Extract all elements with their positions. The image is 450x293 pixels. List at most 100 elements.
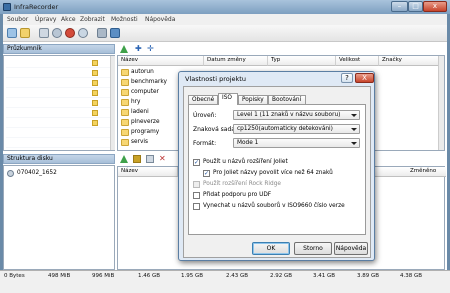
dialog-close-button[interactable]: X [355, 73, 374, 83]
folder-icon [121, 119, 129, 126]
joliet-long-label: Pro Joliet názvy povolit více než 64 zna… [213, 170, 333, 176]
file-name: computer [131, 89, 159, 95]
explorer-title: Průzkumník [7, 45, 42, 52]
capacity-tick: 3.41 GB [313, 273, 336, 279]
help-icon[interactable] [110, 28, 120, 38]
charset-value: cp1250(automaticky detekováni) [237, 126, 333, 132]
joliet-checkbox[interactable]: ✓ [193, 159, 200, 166]
udf-checkbox[interactable] [193, 192, 200, 199]
file-row[interactable]: benchmarky [121, 78, 167, 87]
udf-label: Přidat podporu pro UDF [203, 192, 272, 198]
disc-capacity-bar: 0 Bytes 498 MiB 996 MiB 1.46 GB 1.95 GB … [0, 270, 450, 293]
file-name: programy [131, 129, 160, 135]
folder-icon [121, 79, 129, 86]
open-icon[interactable] [20, 28, 30, 38]
menu-upravy[interactable]: Úpravy [35, 16, 56, 23]
chevron-down-icon [351, 128, 357, 131]
copy-disc-icon[interactable] [78, 28, 88, 38]
tools-icon[interactable] [97, 28, 107, 38]
tree-folder-icon [92, 90, 98, 96]
close-window-button[interactable]: x [423, 1, 447, 12]
file-scrollbar[interactable] [438, 56, 444, 150]
folder-icon [121, 109, 129, 116]
cancel-button[interactable]: Storno [294, 242, 332, 255]
file-toolbar: ✚ ✛ [117, 44, 445, 55]
capacity-tick: 0 Bytes [4, 273, 25, 279]
capacity-tick: 3.89 GB [357, 273, 380, 279]
new-folder-icon[interactable] [133, 155, 141, 163]
charset-label: Znaková sada: [193, 126, 237, 133]
main-window: InfraRecorder – □ x Soubor Úpravy Akce Z… [0, 0, 450, 293]
disc-label[interactable]: 070402_1652 [17, 170, 57, 176]
disc-structure-title: Struktura disku [7, 155, 53, 162]
help-button[interactable]: Nápověda [334, 242, 368, 255]
format-value: Mode 1 [237, 140, 259, 146]
menu-soubor[interactable]: Soubor [7, 16, 28, 23]
new-project-icon[interactable] [7, 28, 17, 38]
add-icon[interactable]: ✚ [135, 45, 143, 53]
menu-zobrazit[interactable]: Zobrazit [80, 16, 105, 23]
folder-icon [121, 99, 129, 106]
add-all-icon[interactable]: ✛ [147, 45, 155, 53]
record-icon[interactable] [65, 28, 75, 38]
properties-icon[interactable] [146, 155, 154, 163]
chevron-down-icon [351, 142, 357, 145]
file-row[interactable]: ladeni [121, 108, 149, 117]
dialog-help-button[interactable]: ? [341, 73, 353, 83]
folder-tree[interactable] [3, 55, 115, 151]
minimize-button[interactable]: – [391, 1, 408, 12]
file-row[interactable]: autorun [121, 68, 154, 77]
project-properties-dialog: Vlastnosti projektu ? X Obecné ISO Popis… [178, 71, 375, 261]
save-icon[interactable] [39, 28, 49, 38]
tree-folder-icon [92, 70, 98, 76]
ok-button[interactable]: OK [252, 242, 290, 255]
up-arrow-icon[interactable] [120, 155, 128, 163]
file-name: autorun [131, 69, 154, 75]
menu-bar: Soubor Úpravy Akce Zobrazit Možnosti Náp… [3, 14, 447, 25]
up-arrow-icon[interactable] [120, 45, 128, 53]
file-row[interactable]: programy [121, 128, 159, 137]
dialog-body: Obecné ISO Popisky Bootování Úroveň: Lev… [183, 86, 371, 258]
tree-scrollbar[interactable] [110, 56, 115, 150]
col-date[interactable]: Datum změny [204, 56, 268, 66]
col-size[interactable]: Velikost [336, 56, 379, 66]
disc-structure-header: Struktura disku [3, 154, 115, 164]
iso-tab-page: Úroveň: Level 1 (11 znaků v názvu soubor… [188, 104, 366, 235]
charset-select[interactable]: cp1250(automaticky detekováni) [233, 124, 360, 134]
tree-folder-icon [92, 110, 98, 116]
level-value: Level 1 (11 znaků v názvu souboru) [237, 112, 341, 118]
app-icon [3, 3, 11, 11]
disc-icon [7, 170, 14, 177]
delete-icon[interactable]: ✕ [159, 155, 167, 163]
file-row[interactable]: plneverze [121, 118, 160, 127]
level-select[interactable]: Level 1 (11 znaků v názvu souboru) [233, 110, 360, 120]
file-row[interactable]: computer [121, 88, 159, 97]
joliet-long-checkbox[interactable]: ✓ [203, 170, 210, 177]
tab-iso[interactable]: ISO [218, 93, 238, 105]
chevron-down-icon [351, 114, 357, 117]
tree-folder-icon [92, 120, 98, 126]
file-row[interactable]: servis [121, 138, 148, 147]
capacity-tick: 4.38 GB [400, 273, 423, 279]
menu-napoveda[interactable]: Nápověda [145, 16, 175, 23]
maximize-button[interactable]: □ [408, 1, 423, 12]
rockridge-label: Použít rozšíření Rock Ridge [203, 181, 281, 187]
menu-moznosti[interactable]: Možnosti [111, 16, 138, 23]
col-name[interactable]: Název [118, 56, 204, 66]
explorer-header: Průzkumník [3, 44, 115, 54]
file-name: hry [131, 99, 141, 105]
disc-tree: 070402_1652 [3, 165, 115, 270]
burn-disc-icon[interactable] [52, 28, 62, 38]
disc-col-name[interactable]: Název [118, 167, 178, 177]
file-name: plneverze [131, 119, 160, 125]
menu-akce[interactable]: Akce [61, 16, 76, 23]
col-tags[interactable]: Značky [379, 56, 439, 66]
file-row[interactable]: hry [121, 98, 141, 107]
omit-version-checkbox[interactable] [193, 203, 200, 210]
capacity-tick: 1.95 GB [181, 273, 204, 279]
file-name: ladeni [131, 109, 149, 115]
col-type[interactable]: Typ [268, 56, 336, 66]
rockridge-checkbox[interactable] [193, 181, 200, 188]
format-select[interactable]: Mode 1 [233, 138, 360, 148]
capacity-tick: 498 MiB [48, 273, 71, 279]
